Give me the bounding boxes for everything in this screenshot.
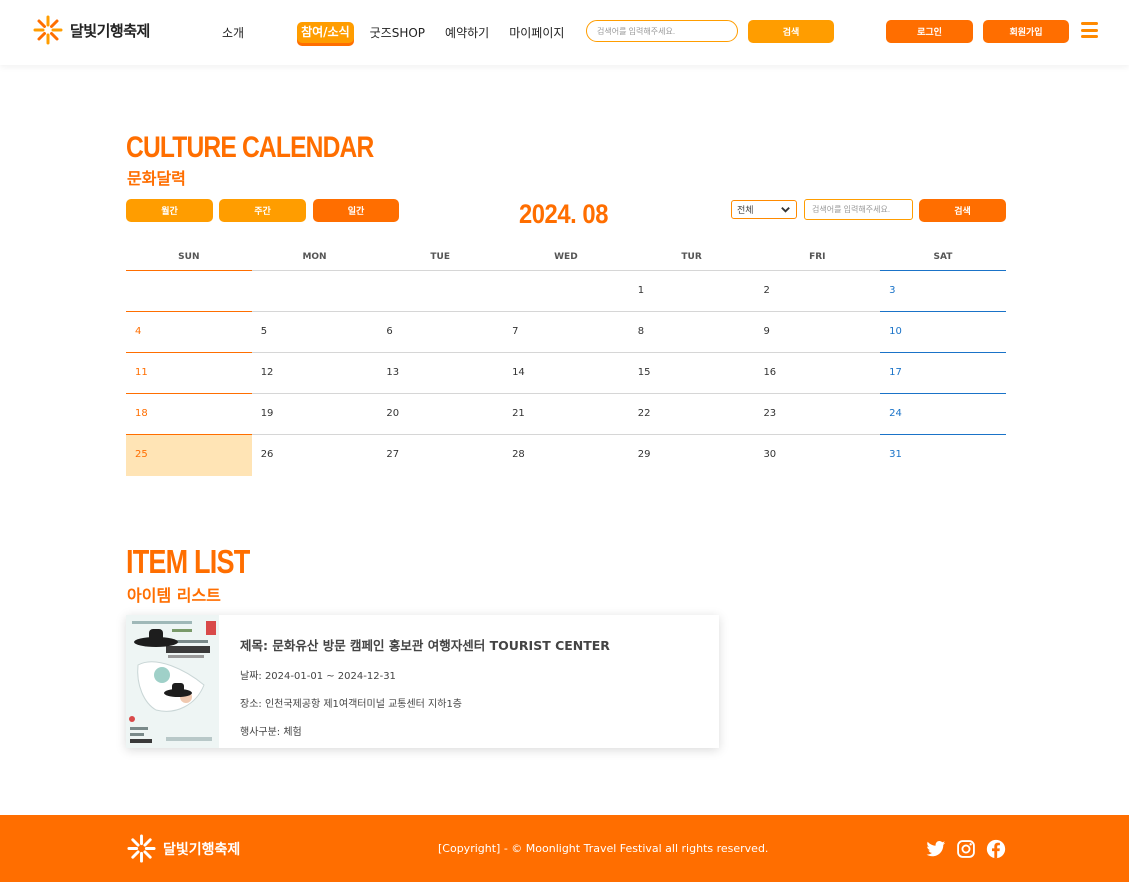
footer-logo-text: 달빛기행축제 bbox=[163, 841, 241, 858]
calendar-day-cell[interactable]: 5 bbox=[251, 312, 378, 353]
calendar-day-cell[interactable]: 15 bbox=[628, 353, 755, 394]
view-weekly-button[interactable]: 주간 bbox=[219, 199, 306, 222]
filter-selected-value: 전체 bbox=[737, 206, 754, 216]
item-date: 날짜: 2024-01-01 ~ 2024-12-31 bbox=[240, 671, 396, 682]
calendar-empty-cell bbox=[377, 271, 504, 312]
hamburger-menu-icon[interactable] bbox=[1081, 22, 1098, 38]
site-footer: 달빛기행축제 [Copyright] - © Moonlight Travel … bbox=[0, 815, 1129, 882]
calendar-day-cell[interactable]: 18 bbox=[126, 394, 252, 435]
item-list-title-ko: 아이템 리스트 bbox=[127, 586, 221, 605]
calendar-day-cell[interactable]: 30 bbox=[754, 435, 880, 476]
site-header: 달빛기행축제 소개 참여/소식 굿즈SHOP 예약하기 마이페이지 검색 로그인… bbox=[0, 0, 1129, 65]
view-monthly-button[interactable]: 월간 bbox=[126, 199, 213, 222]
calendar-day-cell[interactable]: 16 bbox=[754, 353, 881, 394]
view-daily-button[interactable]: 일간 bbox=[313, 199, 399, 222]
nav-item-mypage[interactable]: 마이페이지 bbox=[509, 24, 564, 41]
calendar-empty-cell bbox=[503, 271, 629, 312]
calendar-day-cell[interactable]: 26 bbox=[252, 435, 378, 476]
item-card[interactable]: 제목: 문화유산 방문 캠페인 홍보관 여행자센터 TOURIST CENTER… bbox=[126, 615, 719, 748]
calendar-grid: SUN MON TUE WED TUR FRI SAT 1 2 3 4 5 6 7 8 9 10 1… bbox=[126, 247, 1006, 476]
calendar-body: 1 2 3 4 5 6 7 8 9 10 11 12 13 14 15 16 17 18 19 20 21 22 23 24 2… bbox=[126, 271, 1006, 476]
calendar-day-cell[interactable]: 13 bbox=[377, 353, 504, 394]
site-logo[interactable]: 달빛기행축제 bbox=[32, 14, 150, 46]
calendar-day-cell[interactable]: 28 bbox=[503, 435, 629, 476]
calendar-month-title: 2024. 08 bbox=[519, 199, 608, 229]
weekday-wed: WED bbox=[503, 247, 629, 271]
sun-logo-icon bbox=[127, 834, 156, 863]
calendar-day-cell[interactable]: 3 bbox=[880, 271, 1006, 312]
calendar-day-cell[interactable]: 4 bbox=[126, 312, 252, 353]
calendar-empty-cell bbox=[126, 271, 252, 312]
item-list-title-en: ITEM LIST bbox=[126, 543, 250, 580]
sun-logo-icon bbox=[33, 15, 63, 45]
calendar-title-ko: 문화달력 bbox=[127, 169, 186, 188]
weekday-sat: SAT bbox=[880, 247, 1006, 271]
calendar-day-cell[interactable]: 10 bbox=[880, 312, 1006, 353]
main-nav: 소개 참여/소식 굿즈SHOP 예약하기 마이페이지 bbox=[222, 22, 584, 43]
calendar-day-cell[interactable]: 27 bbox=[377, 435, 503, 476]
weekday-thu: TUR bbox=[628, 247, 755, 271]
calendar-empty-cell bbox=[251, 271, 378, 312]
calendar-day-cell[interactable]: 6 bbox=[377, 312, 504, 353]
event-poster-image bbox=[126, 615, 219, 748]
calendar-day-cell[interactable]: 14 bbox=[503, 353, 629, 394]
twitter-icon[interactable] bbox=[926, 839, 946, 859]
weekday-fri: FRI bbox=[754, 247, 881, 271]
calendar-week-row: 25 26 27 28 29 30 31 bbox=[126, 435, 1006, 476]
calendar-search-input[interactable] bbox=[804, 199, 913, 220]
login-button[interactable]: 로그인 bbox=[886, 20, 973, 43]
calendar-day-cell[interactable]: 21 bbox=[503, 394, 629, 435]
calendar-day-cell[interactable]: 24 bbox=[880, 394, 1006, 435]
copyright-text: [Copyright] - © Moonlight Travel Festiva… bbox=[438, 842, 769, 855]
weekday-sun: SUN bbox=[126, 247, 252, 271]
calendar-search-button[interactable]: 검색 bbox=[919, 199, 1006, 222]
nav-item-reservation[interactable]: 예약하기 bbox=[445, 24, 489, 41]
calendar-day-cell[interactable]: 23 bbox=[754, 394, 881, 435]
calendar-week-row: 11 12 13 14 15 16 17 bbox=[126, 353, 1006, 394]
calendar-week-row: 4 5 6 7 8 9 10 bbox=[126, 312, 1006, 353]
calendar-day-cell[interactable]: 22 bbox=[628, 394, 755, 435]
header-search-input[interactable] bbox=[586, 20, 738, 42]
calendar-day-cell[interactable]: 9 bbox=[754, 312, 881, 353]
category-filter-select[interactable]: 전체 bbox=[731, 200, 797, 219]
calendar-day-cell[interactable]: 12 bbox=[251, 353, 378, 394]
calendar-week-row: 18 19 20 21 22 23 24 bbox=[126, 394, 1006, 435]
instagram-icon[interactable] bbox=[956, 839, 976, 859]
calendar-day-cell[interactable]: 29 bbox=[629, 435, 755, 476]
chevron-down-icon bbox=[781, 207, 790, 213]
calendar-day-cell[interactable]: 20 bbox=[377, 394, 504, 435]
facebook-icon[interactable] bbox=[986, 839, 1006, 859]
item-place: 장소: 인천국제공항 제1여객터미널 교통센터 지하1층 bbox=[240, 699, 463, 710]
weekday-mon: MON bbox=[251, 247, 378, 271]
calendar-title-en: CULTURE CALENDAR bbox=[126, 131, 374, 164]
calendar-week-row: 123 bbox=[126, 271, 1006, 312]
item-category: 행사구분: 체험 bbox=[240, 727, 302, 738]
nav-item-participation[interactable]: 참여/소식 bbox=[297, 22, 354, 43]
calendar-weekday-header: SUN MON TUE WED TUR FRI SAT bbox=[126, 247, 1006, 271]
weekday-tue: TUE bbox=[377, 247, 504, 271]
calendar-day-cell[interactable]: 11 bbox=[126, 353, 252, 394]
calendar-day-cell[interactable]: 31 bbox=[880, 435, 1006, 476]
calendar-day-cell[interactable]: 8 bbox=[628, 312, 755, 353]
calendar-day-cell[interactable]: 17 bbox=[880, 353, 1006, 394]
calendar-day-cell[interactable]: 1 bbox=[628, 271, 755, 312]
calendar-day-cell[interactable]: 19 bbox=[251, 394, 378, 435]
item-info: 제목: 문화유산 방문 캠페인 홍보관 여행자센터 TOURIST CENTER… bbox=[240, 635, 610, 751]
nav-item-intro[interactable]: 소개 bbox=[222, 24, 244, 41]
item-title[interactable]: 제목: 문화유산 방문 캠페인 홍보관 여행자센터 TOURIST CENTER bbox=[240, 635, 610, 654]
logo-text: 달빛기행축제 bbox=[70, 21, 150, 40]
nav-item-goods-shop[interactable]: 굿즈SHOP bbox=[370, 24, 425, 41]
calendar-day-cell[interactable]: 7 bbox=[503, 312, 629, 353]
calendar-day-cell[interactable]: 2 bbox=[754, 271, 881, 312]
header-search-button[interactable]: 검색 bbox=[748, 20, 834, 43]
footer-logo[interactable]: 달빛기행축제 bbox=[126, 833, 240, 864]
signup-button[interactable]: 회원가입 bbox=[983, 20, 1069, 43]
calendar-day-cell[interactable]: 25 bbox=[126, 435, 252, 476]
